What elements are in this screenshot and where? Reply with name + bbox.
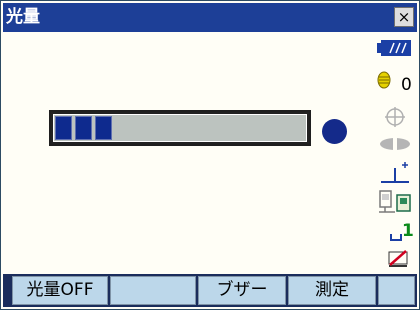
- application-window: 光量 × 1 0 光量OFF ブザー 測定: [0, 0, 420, 310]
- prism-icon: [373, 133, 417, 155]
- crosshair-icon: [373, 105, 417, 129]
- content-area: [3, 32, 417, 273]
- light-off-button[interactable]: 光量OFF: [12, 276, 108, 305]
- target-count: 0: [401, 75, 412, 95]
- tilt-icon[interactable]: [373, 160, 417, 186]
- close-button[interactable]: ×: [394, 7, 414, 27]
- softkey-empty-2[interactable]: [110, 276, 196, 305]
- measure-button[interactable]: 測定: [288, 276, 376, 305]
- window-title: 光量: [6, 7, 40, 27]
- prism-constant-value: 1: [402, 221, 414, 241]
- meter-segment: [75, 116, 92, 140]
- softkey-bar: 光量OFF ブザー 測定: [3, 274, 417, 307]
- prism-constant-icon[interactable]: 1: [373, 221, 417, 244]
- meter-segment: [95, 116, 112, 140]
- communication-icon[interactable]: [373, 188, 417, 216]
- title-bar: 光量 ×: [3, 3, 417, 32]
- edit-icon[interactable]: [373, 248, 417, 270]
- meter-segment: [55, 116, 72, 140]
- buzzer-button[interactable]: ブザー: [198, 276, 286, 305]
- signal-level-meter: [49, 110, 311, 146]
- status-icon-panel: 1: [373, 32, 417, 273]
- meter-track: [53, 114, 307, 142]
- softkey-empty-5[interactable]: [378, 276, 415, 305]
- battery-icon[interactable]: [373, 37, 417, 59]
- signal-indicator-dot: [322, 119, 347, 144]
